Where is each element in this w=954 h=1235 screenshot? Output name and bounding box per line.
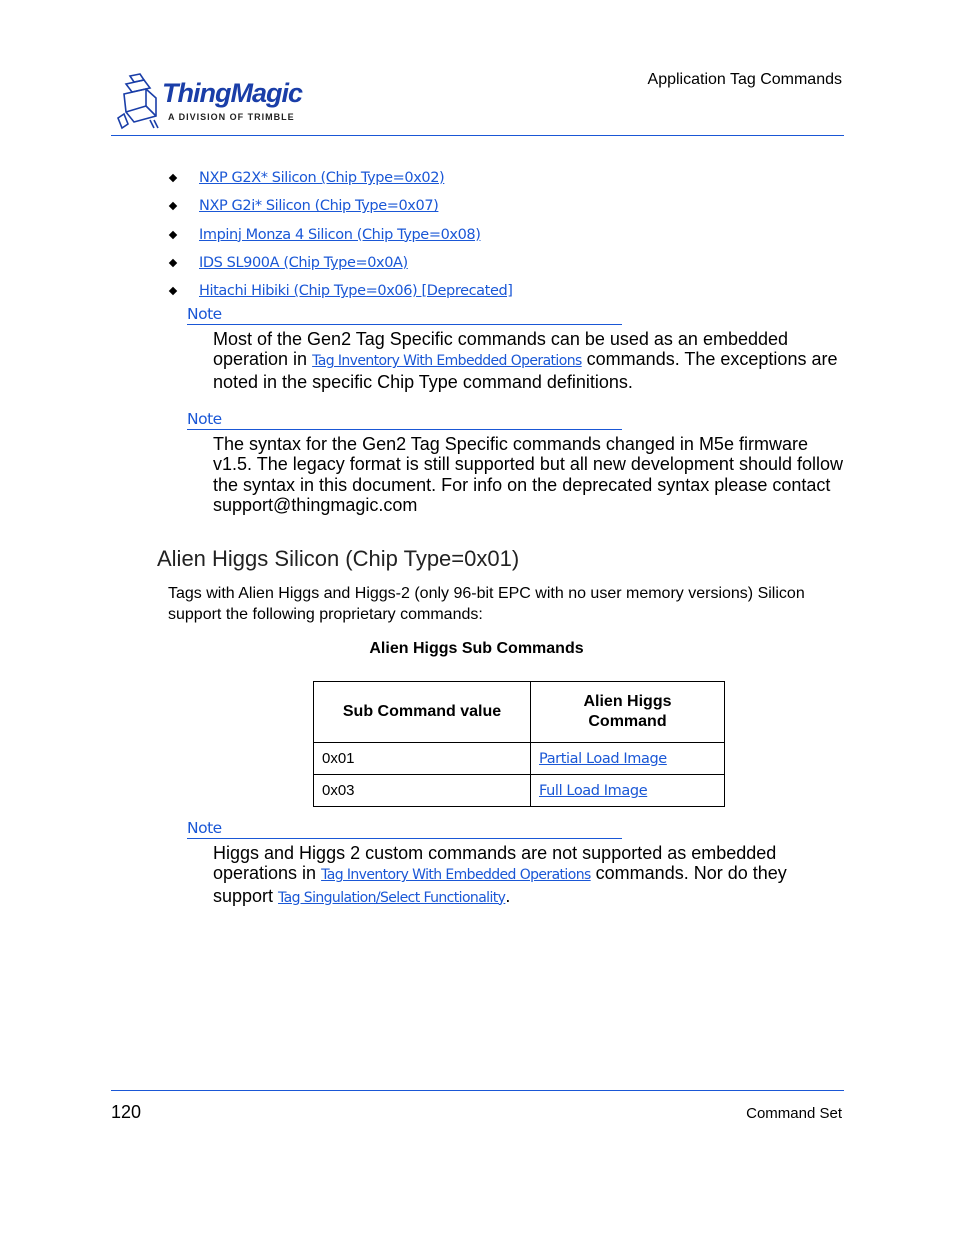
header-divider: [111, 135, 844, 136]
partial-load-image-link[interactable]: Partial Load Image: [539, 751, 667, 767]
footer-divider: [111, 1090, 844, 1091]
chip-link-hitachi-hibiki[interactable]: Hitachi Hibiki (Chip Type=0x06) [Depreca…: [199, 283, 513, 299]
note-body: The syntax for the Gen2 Tag Specific com…: [213, 434, 844, 515]
chip-link-ids-sl900a[interactable]: IDS SL900A (Chip Type=0x0A): [199, 255, 408, 271]
chip-type-list: NXP G2X* Silicon (Chip Type=0x02) NXP G2…: [168, 164, 513, 305]
footer-chapter: Command Set: [746, 1105, 842, 1122]
table-header-row: Sub Command value Alien Higgs Command: [313, 681, 725, 743]
list-item: Hitachi Hibiki (Chip Type=0x06) [Depreca…: [168, 277, 513, 305]
table-row: 0x01 Partial Load Image: [313, 742, 725, 775]
list-item: IDS SL900A (Chip Type=0x0A): [168, 249, 513, 277]
note-label: Note: [187, 819, 622, 839]
command-cell: Partial Load Image: [530, 742, 725, 775]
full-load-image-link[interactable]: Full Load Image: [539, 783, 648, 799]
note-label: Note: [187, 410, 622, 430]
table-row: 0x03 Full Load Image: [313, 774, 725, 807]
note-body: Higgs and Higgs 2 custom commands are no…: [213, 843, 847, 908]
logo-tagline: A DIVISION OF TRIMBLE: [168, 112, 295, 122]
note-body: Most of the Gen2 Tag Specific commands c…: [213, 329, 847, 392]
bullet-diamond-icon: [168, 287, 178, 296]
bullet-diamond-icon: [168, 258, 178, 268]
logo-wordmark: ThingMagic: [162, 78, 303, 108]
table-caption: Alien Higgs Sub Commands: [369, 640, 584, 657]
bullet-diamond-icon: [168, 202, 178, 211]
command-cell: Full Load Image: [530, 774, 725, 807]
note-label: Note: [187, 305, 622, 325]
tag-inventory-embedded-ops-link[interactable]: Tag Inventory With Embedded Operations: [312, 353, 582, 369]
column-header: Sub Command value: [313, 681, 531, 743]
list-item: Impinj Monza 4 Silicon (Chip Type=0x08): [168, 221, 513, 249]
chip-link-nxp-g2x[interactable]: NXP G2X* Silicon (Chip Type=0x02): [199, 170, 445, 186]
chip-link-impinj-monza4[interactable]: Impinj Monza 4 Silicon (Chip Type=0x08): [199, 227, 481, 243]
section-heading: Alien Higgs Silicon (Chip Type=0x01): [157, 546, 520, 571]
sub-command-value: 0x01: [313, 742, 531, 775]
logo-boxes-icon: [117, 73, 159, 130]
bullet-diamond-icon: [168, 173, 178, 183]
section-intro: Tags with Alien Higgs and Higgs-2 (only …: [168, 585, 805, 623]
note-syntax-change: Note The syntax for the Gen2 Tag Specifi…: [187, 410, 847, 515]
tag-inventory-embedded-ops-link[interactable]: Tag Inventory With Embedded Operations: [321, 867, 591, 883]
note-higgs-limitations: Note Higgs and Higgs 2 custom commands a…: [187, 819, 847, 908]
list-item: NXP G2X* Silicon (Chip Type=0x02): [168, 164, 513, 192]
page-number: 120: [111, 1102, 142, 1122]
tag-singulation-select-link[interactable]: Tag Singulation/Select Functionality: [278, 890, 506, 906]
list-item: NXP G2i* Silicon (Chip Type=0x07): [168, 192, 513, 220]
chip-link-nxp-g2i[interactable]: NXP G2i* Silicon (Chip Type=0x07): [199, 198, 439, 214]
bullet-diamond-icon: [168, 230, 178, 239]
column-header: Alien Higgs Command: [530, 681, 725, 743]
sub-command-value: 0x03: [313, 774, 531, 807]
running-header-title: Application Tag Commands: [647, 71, 842, 88]
thingmagic-logo: ThingMagic A DIVISION OF TRIMBLE: [116, 72, 316, 132]
note-text: .: [505, 885, 511, 906]
note-embedded-ops: Note Most of the Gen2 Tag Specific comma…: [187, 305, 847, 392]
sub-commands-table: Sub Command value Alien Higgs Command 0x…: [313, 681, 725, 807]
